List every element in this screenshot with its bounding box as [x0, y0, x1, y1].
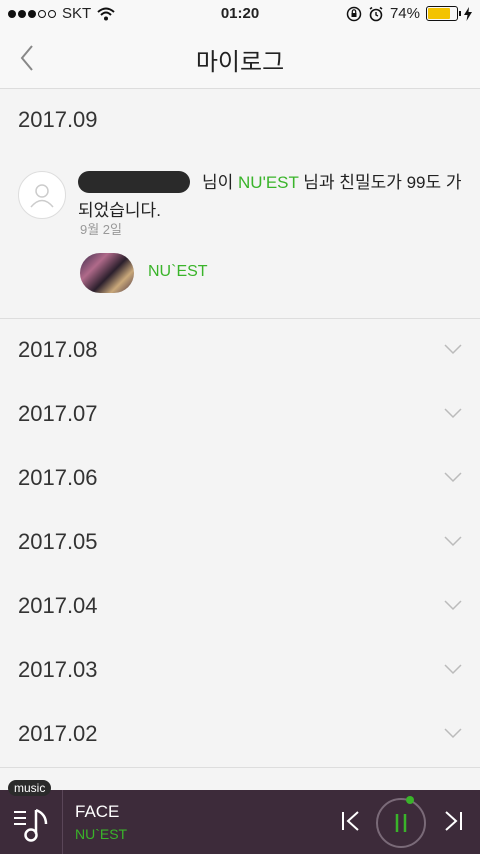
- pause-icon: [395, 814, 407, 832]
- song-artist[interactable]: NU`EST: [75, 826, 127, 842]
- music-tag: music: [8, 780, 52, 796]
- month-row[interactable]: 2017.02: [0, 703, 480, 768]
- redacted-username: [78, 171, 190, 193]
- song-title[interactable]: FACE: [75, 802, 119, 822]
- artist-thumbnail[interactable]: [80, 253, 134, 293]
- month-label: 2017.03: [18, 657, 98, 682]
- pause-button[interactable]: [376, 798, 426, 848]
- nav-header: 마이로그: [0, 28, 480, 89]
- mini-player[interactable]: music FACE NU`EST: [0, 780, 480, 854]
- player-divider: [62, 790, 63, 854]
- month-label: 2017.05: [18, 529, 98, 554]
- chevron-down-icon: [444, 344, 462, 355]
- month-label: 2017.02: [18, 721, 98, 746]
- battery-percent: 74%: [389, 5, 420, 22]
- alarm-icon: [369, 6, 383, 21]
- status-bar: SKT 01:20 74%: [0, 0, 480, 28]
- battery-icon: [426, 6, 461, 21]
- charging-icon: [464, 6, 472, 21]
- month-label: 2017.08: [18, 337, 98, 362]
- month-section-expanded: 2017.09 님이 NU'EST 님과 친밀도가 99도 가 되었습니다. 9…: [0, 89, 480, 319]
- month-label: 2017.04: [18, 593, 98, 618]
- chevron-down-icon: [444, 728, 462, 739]
- month-row[interactable]: 2017.05: [0, 511, 480, 576]
- chevron-down-icon: [444, 536, 462, 547]
- orientation-lock-icon: [346, 6, 362, 21]
- month-row[interactable]: 2017.04: [0, 575, 480, 640]
- avatar[interactable]: [18, 171, 66, 219]
- month-row[interactable]: 2017.07: [0, 383, 480, 448]
- month-row[interactable]: 2017.06: [0, 447, 480, 512]
- page-title: 마이로그: [195, 49, 285, 76]
- artist-card-name[interactable]: NU`EST: [148, 263, 208, 281]
- month-label: 2017.07: [18, 401, 98, 426]
- month-row[interactable]: 2017.03: [0, 639, 480, 704]
- message-text-1: 님이: [202, 173, 239, 192]
- playlist-icon[interactable]: [12, 802, 56, 846]
- log-date: 9월 2일: [80, 222, 122, 237]
- next-track-icon[interactable]: [442, 810, 464, 832]
- progress-dot: [406, 796, 414, 804]
- month-header[interactable]: 2017.09: [18, 107, 98, 133]
- chevron-down-icon: [444, 600, 462, 611]
- chevron-down-icon: [444, 664, 462, 675]
- artist-link[interactable]: NU'EST: [238, 173, 299, 192]
- chevron-down-icon: [444, 472, 462, 483]
- month-label: 2017.06: [18, 465, 98, 490]
- previous-track-icon[interactable]: [340, 810, 362, 832]
- chevron-down-icon: [444, 408, 462, 419]
- month-row[interactable]: 2017.08: [0, 319, 480, 384]
- user-silhouette-icon: [30, 184, 54, 208]
